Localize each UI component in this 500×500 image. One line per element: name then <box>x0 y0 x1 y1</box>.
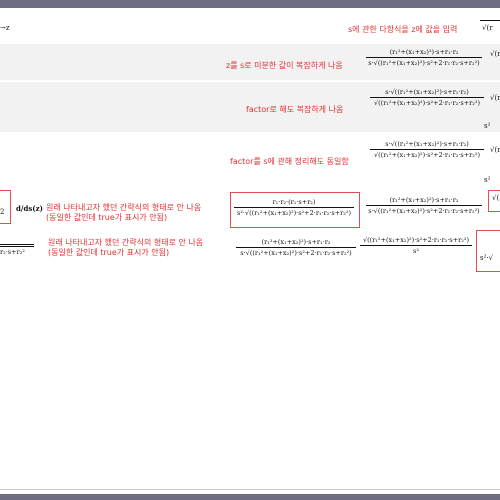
row4-right-expression[interactable]: √(r <box>490 146 500 154</box>
row5-left-highlight-box <box>0 190 11 224</box>
row6-right-expression[interactable]: s²·√ <box>480 254 500 262</box>
row3-denominator: √((r₁²+(x₁+x₂)²)·s²+2·r₁·r₂·s+r₂²) <box>373 99 481 107</box>
row1-left-expression[interactable]: →z <box>0 24 10 32</box>
row3-fraction[interactable]: s·√((r₁²+(x₁+x₂)²)·s+r₁·r₂) √((r₁²+(x₁+x… <box>370 88 484 107</box>
worksheet-row-4: factor를 s에 관해 정리해도 동일함 s·√((r₁²+(x₁+x₂)²… <box>0 134 500 186</box>
row5-numerator: (r₁²+(x₁+x₂)²)·s+r₁·r₂ <box>366 196 482 206</box>
row5-comment[interactable]: 원래 나타내고자 했던 간략식의 형태로 안 나옴 (동일한 값인데 true가 … <box>46 203 226 223</box>
row6-fraction-2[interactable]: √((r₁²+(x₁+x₂)²)·s²+2·r₁·r₂·s+r₂²) s² <box>360 236 472 255</box>
row6-fraction-bar <box>0 244 34 245</box>
row5-fraction[interactable]: (r₁²+(x₁+x₂)²)·s+r₁·r₂ s·√((r₁²+(x₁+x₂)²… <box>366 196 482 215</box>
worksheet-row-2: z를 s로 미분한 값이 복잡하게 나옴 (r₁²+(x₁+x₂)²)·s+r₁… <box>0 44 500 80</box>
row3-comment[interactable]: factor로 해도 복잡하게 나옴 <box>246 104 343 115</box>
worksheet-row-1: →z s에 관한 다항식을 z에 값을 입력 √(r <box>0 14 500 42</box>
row3-right-denominator: s² <box>484 122 491 130</box>
row4-right-denominator: s² <box>484 176 491 184</box>
row2-comment[interactable]: z를 s로 미분한 값이 복잡하게 나옴 <box>226 60 343 71</box>
row2-denominator: s·√((r₁²+(x₁+x₂)²)·s²+2·r₁·r₂·s+r₂²) <box>368 59 480 67</box>
row6-numerator: (r₁²+(x₁+x₂)²)·s+r₁·r₂ <box>236 238 356 248</box>
row4-denominator: √((r₁²+(x₁+x₂)²)·s²+2·r₁·r₂·s+r₂²) <box>373 151 481 159</box>
row6-denominator-2: s² <box>413 247 419 255</box>
row5-result-denominator: s²·√((r₁²+(x₁+x₂)²)·s²+2·r₁·r₂·s+r₂²) <box>236 209 352 217</box>
row6-fraction[interactable]: (r₁²+(x₁+x₂)²)·s+r₁·r₂ s·√((r₁²+(x₁+x₂)²… <box>236 238 356 257</box>
row1-sqrt-bar <box>480 20 500 21</box>
row6-numerator-2: √((r₁²+(x₁+x₂)²)·s²+2·r₁·r₂·s+r₂²) <box>360 236 472 246</box>
row6-denominator: s·√((r₁²+(x₁+x₂)²)·s²+2·r₁·r₂·s+r₂²) <box>240 249 352 257</box>
row2-right-expression[interactable]: √(r <box>490 50 500 58</box>
worksheet-row-6: r₂·s+r₂² 원래 나타내고자 했던 간략식의 형태로 안 나옴 (동일한 값… <box>0 230 500 274</box>
row5-result-fraction[interactable]: r₁·r₂·(r₁·s+r₂) s²·√((r₁²+(x₁+x₂)²)·s²+2… <box>234 198 354 217</box>
row5-result-numerator: r₁·r₂·(r₁·s+r₂) <box>234 198 354 208</box>
row2-fraction[interactable]: (r₁²+(x₁+x₂)²)·s+r₁·r₂ s·√((r₁²+(x₁+x₂)²… <box>366 48 482 67</box>
row6-right-highlight-box <box>476 230 500 272</box>
worksheet-row-5: 2 d/ds(z) 원래 나타내고자 했던 간략식의 형태로 안 나옴 (동일한 … <box>0 188 500 232</box>
row1-comment[interactable]: s에 관한 다항식을 z에 값을 입력 <box>348 24 457 35</box>
title-bar <box>0 0 500 8</box>
row6-left-expression[interactable]: r₂·s+r₂² <box>0 248 25 256</box>
row5-denominator: s·√((r₁²+(x₁+x₂)²)·s²+2·r₁·r₂·s+r₂²) <box>368 207 480 215</box>
row2-numerator: (r₁²+(x₁+x₂)²)·s+r₁·r₂ <box>366 48 482 58</box>
row3-right-expression[interactable]: √(r <box>490 94 500 102</box>
status-bar <box>0 494 500 500</box>
worksheet-row-3: factor로 해도 복잡하게 나옴 s·√((r₁²+(x₁+x₂)²)·s+… <box>0 82 500 132</box>
row3-numerator: s·√((r₁²+(x₁+x₂)²)·s+r₁·r₂) <box>370 88 484 98</box>
status-separator <box>0 489 500 490</box>
row1-right-expression[interactable]: √(r <box>482 24 500 32</box>
row6-comment[interactable]: 원래 나타내고자 했던 간략식의 형태로 안 나옴 (동일한 값인데 true가 … <box>48 238 234 258</box>
row5-right-expression[interactable]: √( <box>492 194 500 202</box>
row5-left-expression[interactable]: 2 <box>0 208 4 216</box>
row6-fraction-bar-2 <box>0 246 34 247</box>
row4-fraction[interactable]: s·√((r₁²+(x₁+x₂)²)·s+r₁·r₂) √((r₁²+(x₁+x… <box>370 140 484 159</box>
row5-derivative[interactable]: d/ds(z) <box>16 204 43 213</box>
row4-numerator: s·√((r₁²+(x₁+x₂)²)·s+r₁·r₂) <box>370 140 484 150</box>
row4-comment[interactable]: factor를 s에 관해 정리해도 동일함 <box>230 156 349 167</box>
